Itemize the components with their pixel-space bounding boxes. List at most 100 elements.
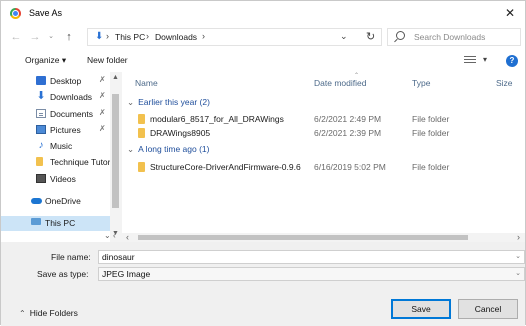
file-date: 6/16/2019 5:02 PM bbox=[314, 162, 386, 172]
cancel-button[interactable]: Cancel bbox=[458, 299, 518, 319]
scrollbar-thumb[interactable] bbox=[112, 94, 119, 208]
nav-item-music[interactable]: ♪ Music bbox=[1, 139, 114, 154]
recent-chevron-icon[interactable]: ⌄ bbox=[45, 31, 57, 43]
scroll-left-chevron-icon[interactable]: ‹ bbox=[113, 231, 116, 240]
file-name-value: dinosaur bbox=[102, 252, 135, 262]
chevron-up-icon: ⌃ bbox=[19, 309, 26, 318]
save-as-type-label: Save as type: bbox=[37, 269, 89, 279]
file-row[interactable]: StructureCore-DriverAndFirmware-0.9.6 6/… bbox=[122, 160, 525, 174]
music-note-icon: ♪ bbox=[38, 140, 44, 151]
documents-icon bbox=[36, 109, 46, 118]
group-label: A long time ago (1) bbox=[138, 144, 210, 154]
nav-item-videos[interactable]: Videos bbox=[1, 172, 114, 187]
nav-item-technique-tutorials[interactable]: Technique Tutori bbox=[1, 155, 114, 170]
save-button[interactable]: Save bbox=[391, 299, 451, 319]
nav-item-desktop[interactable]: Desktop ✗ bbox=[1, 74, 114, 89]
pin-icon: ✗ bbox=[99, 124, 106, 133]
file-name: DRAWings8905 bbox=[150, 128, 211, 138]
scroll-left-icon[interactable]: ‹ bbox=[126, 232, 129, 242]
new-folder-button[interactable]: New folder bbox=[87, 55, 128, 65]
nav-item-label: Pictures bbox=[50, 125, 81, 135]
nav-item-downloads[interactable]: ⬇ Downloads ✗ bbox=[1, 90, 114, 105]
nav-item-onedrive[interactable]: OneDrive bbox=[1, 194, 114, 209]
nav-item-label: Music bbox=[50, 141, 73, 151]
collapse-chevron-icon[interactable]: ⌄ bbox=[127, 97, 134, 107]
file-row[interactable]: DRAWings8905 6/2/2021 2:39 PM File folde… bbox=[122, 126, 525, 140]
command-toolbar: Organize ▾ New folder ▾ ? bbox=[1, 50, 525, 72]
videos-icon bbox=[36, 174, 46, 183]
nav-item-label: Desktop bbox=[50, 76, 82, 86]
nav-item-label: This PC bbox=[45, 218, 76, 228]
back-arrow-icon[interactable]: ← bbox=[10, 31, 22, 43]
computer-icon bbox=[31, 218, 41, 225]
nav-item-documents[interactable]: Documents ✗ bbox=[1, 107, 114, 122]
organize-button[interactable]: Organize ▾ bbox=[25, 55, 66, 66]
address-dropdown-icon[interactable]: ⌄ bbox=[340, 31, 348, 42]
folder-icon bbox=[138, 114, 145, 124]
file-list: ⌃ Name Date modified Type Size ⌄ Earlier … bbox=[122, 72, 525, 242]
scrollbar-thumb[interactable] bbox=[138, 235, 468, 240]
file-name: modular6_8517_for_All_DRAWings bbox=[150, 114, 284, 124]
nav-vertical-scrollbar[interactable]: ▲ ▼ bbox=[110, 72, 122, 242]
refresh-icon[interactable]: ↻ bbox=[366, 30, 375, 43]
nav-item-pictures[interactable]: Pictures ✗ bbox=[1, 123, 114, 138]
scroll-right-icon[interactable]: › bbox=[517, 232, 520, 242]
save-as-dialog: Save As ✕ ← → ⌄ ↑ ⬇ › This PC › Download… bbox=[0, 0, 526, 326]
file-type: File folder bbox=[412, 128, 450, 138]
address-row: ← → ⌄ ↑ ⬇ › This PC › Downloads › ⌄ ↻ Se… bbox=[1, 27, 525, 49]
file-row[interactable]: modular6_8517_for_All_DRAWings 6/2/2021 … bbox=[122, 112, 525, 126]
file-name: StructureCore-DriverAndFirmware-0.9.6 bbox=[150, 162, 301, 172]
breadcrumb-this-pc[interactable]: This PC bbox=[115, 32, 145, 42]
breadcrumb-chevron-icon[interactable]: › bbox=[106, 31, 109, 41]
column-header-date[interactable]: Date modified bbox=[314, 78, 366, 88]
nav-item-label: Technique Tutori bbox=[50, 157, 113, 167]
chevron-down-icon[interactable]: ⌄ bbox=[515, 269, 521, 277]
scroll-down-chevron-icon[interactable]: ⌄ bbox=[104, 231, 111, 240]
group-header-earlier-this-year[interactable]: ⌄ Earlier this year (2) bbox=[127, 97, 210, 108]
group-header-long-time-ago[interactable]: ⌄ A long time ago (1) bbox=[127, 144, 209, 155]
search-placeholder: Search Downloads bbox=[414, 32, 486, 42]
column-header-type[interactable]: Type bbox=[412, 78, 430, 88]
save-form: File name: dinosaur ⌄ Save as type: JPEG… bbox=[1, 242, 525, 326]
close-icon[interactable]: ✕ bbox=[501, 4, 519, 22]
help-icon[interactable]: ? bbox=[506, 55, 518, 67]
search-icon bbox=[396, 31, 405, 40]
nav-item-label: Documents bbox=[50, 109, 93, 119]
nav-item-label: Videos bbox=[50, 174, 76, 184]
file-type: File folder bbox=[412, 114, 450, 124]
column-header-size[interactable]: Size bbox=[496, 78, 513, 88]
scroll-up-icon[interactable]: ▲ bbox=[112, 74, 119, 81]
save-as-type-select[interactable]: JPEG Image ⌄ bbox=[98, 267, 525, 281]
breadcrumb-chevron-icon[interactable]: › bbox=[202, 31, 205, 41]
download-arrow-icon: ⬇ bbox=[36, 90, 46, 102]
list-horizontal-scrollbar[interactable]: ‹ › bbox=[122, 232, 525, 242]
file-name-label: File name: bbox=[51, 252, 91, 262]
folder-icon bbox=[138, 162, 145, 172]
collapse-chevron-icon[interactable]: ⌄ bbox=[127, 144, 134, 154]
file-date: 6/2/2021 2:39 PM bbox=[314, 128, 382, 138]
downloads-location-icon: ⬇ bbox=[95, 31, 104, 42]
chevron-down-icon[interactable]: ⌄ bbox=[515, 252, 521, 260]
forward-arrow-icon[interactable]: → bbox=[29, 31, 41, 43]
dialog-title: Save As bbox=[29, 8, 63, 18]
breadcrumb-chevron-icon[interactable]: › bbox=[146, 31, 149, 41]
column-header-name[interactable]: Name bbox=[135, 78, 158, 88]
search-input[interactable]: Search Downloads bbox=[387, 28, 521, 46]
pin-icon: ✗ bbox=[99, 75, 106, 84]
folder-icon bbox=[36, 157, 43, 166]
hide-folders-button[interactable]: ⌃ Hide Folders bbox=[19, 308, 78, 318]
file-name-input[interactable]: dinosaur ⌄ bbox=[98, 250, 525, 264]
pictures-icon bbox=[36, 125, 46, 134]
breadcrumb-downloads[interactable]: Downloads bbox=[155, 32, 197, 42]
file-type: File folder bbox=[412, 162, 450, 172]
address-bar[interactable]: ⬇ › This PC › Downloads › ⌄ ↻ bbox=[87, 28, 382, 46]
navigation-pane: Desktop ✗ ⬇ Downloads ✗ Documents ✗ Pict… bbox=[1, 72, 122, 242]
nav-item-this-pc[interactable]: This PC bbox=[1, 216, 114, 231]
save-as-type-value: JPEG Image bbox=[102, 269, 151, 279]
view-dropdown-icon[interactable]: ▾ bbox=[483, 55, 487, 64]
up-arrow-icon[interactable]: ↑ bbox=[63, 31, 75, 43]
group-label: Earlier this year (2) bbox=[138, 97, 210, 107]
view-options-icon[interactable] bbox=[464, 56, 476, 65]
desktop-icon bbox=[36, 76, 46, 85]
pin-icon: ✗ bbox=[99, 108, 106, 117]
